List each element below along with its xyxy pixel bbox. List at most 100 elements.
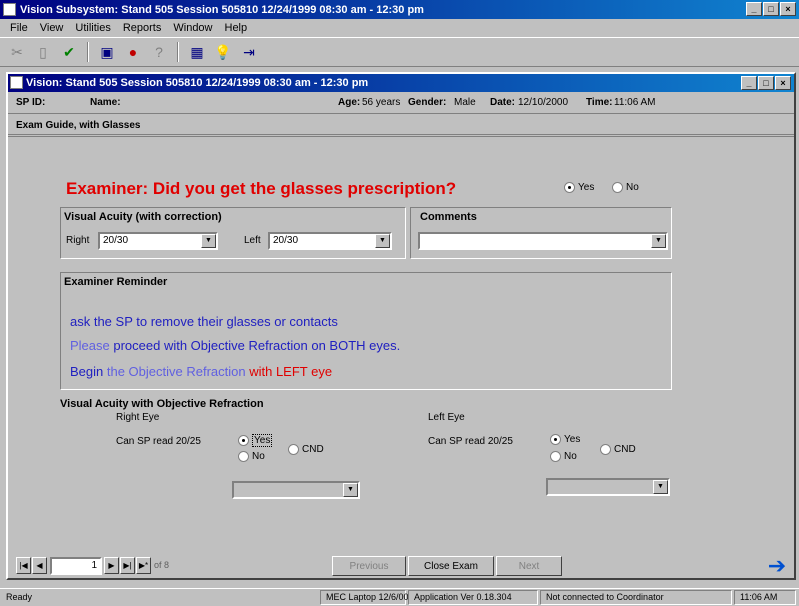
radio-empty-icon	[288, 444, 299, 455]
next-arrow-icon[interactable]: ➔	[764, 553, 790, 578]
exam-maximize-button[interactable]: □	[758, 76, 774, 90]
comments-select[interactable]: ▼	[418, 232, 668, 250]
objective-refraction-heading: Visual Acuity with Objective Refraction	[60, 398, 264, 410]
comments-label: Comments	[420, 211, 477, 223]
chevron-down-icon[interactable]: ▼	[653, 480, 668, 494]
menu-window[interactable]: Window	[167, 22, 218, 34]
right-eye-refraction-select[interactable]: ▼	[232, 481, 360, 499]
next-button[interactable]: Next	[496, 556, 562, 576]
visual-acuity-heading: Visual Acuity (with correction)	[64, 211, 222, 223]
menu-reports[interactable]: Reports	[117, 22, 168, 34]
left-eye-yes-radio[interactable]: Yes	[550, 434, 580, 445]
help-icon[interactable]: ?	[148, 41, 170, 63]
menu-help[interactable]: Help	[219, 22, 254, 34]
radio-empty-icon	[238, 451, 249, 462]
close-button[interactable]: ×	[780, 2, 796, 16]
time-value: 11:06 AM	[614, 97, 656, 108]
right-eye-label: Right Eye	[116, 412, 160, 423]
chevron-down-icon[interactable]: ▼	[201, 234, 216, 248]
application-window: Vision Subsystem: Stand 505 Session 5058…	[0, 0, 799, 606]
exam-minimize-button[interactable]: _	[741, 76, 757, 90]
right-acuity-select[interactable]: 20/30 ▼	[98, 232, 218, 250]
record-number-input[interactable]: 1	[50, 557, 102, 575]
status-version: Application Ver 0.18.304	[414, 592, 512, 602]
chevron-down-icon[interactable]: ▼	[375, 234, 390, 248]
new-record-icon[interactable]: ▶*	[136, 557, 151, 574]
prescription-yes-radio[interactable]: Yes	[564, 182, 594, 193]
glasses-prescription-question: Examiner: Did you get the glasses prescr…	[66, 179, 457, 198]
radio-selected-icon	[238, 435, 249, 446]
name-label: Name:	[90, 97, 121, 108]
date-label: Date:	[490, 97, 516, 108]
exit-icon[interactable]: ⇥	[238, 41, 260, 63]
last-record-icon[interactable]: ▶|	[120, 557, 135, 574]
radio-empty-icon	[600, 444, 611, 455]
minimize-button[interactable]: _	[746, 2, 762, 16]
menu-file[interactable]: File	[4, 22, 34, 34]
new-icon[interactable]: ▯	[32, 41, 54, 63]
left-eye-question: Can SP read 20/25	[428, 436, 513, 447]
section-heading: Exam Guide, with Glasses	[8, 115, 794, 137]
maximize-button[interactable]: □	[763, 2, 779, 16]
menu-utilities[interactable]: Utilities	[69, 22, 116, 34]
cut-icon[interactable]: ✂	[6, 41, 28, 63]
status-time: 11:06 AM	[740, 592, 778, 602]
reminder-line-both-eyes: Please proceed with Objective Refraction…	[70, 338, 401, 353]
prescription-no-radio[interactable]: No	[612, 182, 639, 193]
close-exam-button[interactable]: Close Exam	[408, 556, 494, 576]
app-title-bar[interactable]: Vision Subsystem: Stand 505 Session 5058…	[0, 0, 799, 19]
right-acuity-label: Right	[66, 235, 90, 246]
record-navigation-bar: |◀ ◀ 1 ▶ ▶| ▶* of 8 Previous Close Exam …	[8, 553, 794, 578]
radio-empty-icon	[550, 451, 561, 462]
exam-window: Vision: Stand 505 Session 505810 12/24/1…	[6, 72, 796, 580]
left-eye-no-radio[interactable]: No	[550, 451, 577, 462]
menu-bar: File View Utilities Reports Window Help	[0, 19, 799, 37]
left-acuity-select[interactable]: 20/30 ▼	[268, 232, 392, 250]
date-value: 12/10/2000	[518, 97, 569, 108]
previous-record-icon[interactable]: ◀	[32, 557, 47, 574]
right-eye-yes-radio[interactable]: Yes	[238, 434, 273, 447]
reminder-heading: Examiner Reminder	[64, 276, 168, 288]
gender-value: Male	[454, 97, 476, 108]
first-record-icon[interactable]: |◀	[16, 557, 31, 574]
sp-info-bar: SP ID: Name: Age: 56 years Gender: Male …	[8, 92, 794, 114]
next-record-icon[interactable]: ▶	[104, 557, 119, 574]
right-eye-question: Can SP read 20/25	[116, 436, 201, 447]
left-acuity-label: Left	[244, 235, 261, 246]
radio-selected-icon	[550, 434, 561, 445]
record-count: of 8	[154, 560, 170, 570]
reminder-line-left-eye: Begin the Objective Refraction with LEFT…	[70, 364, 333, 379]
left-eye-cnd-radio[interactable]: CND	[600, 444, 636, 455]
radio-selected-icon	[564, 182, 575, 193]
status-laptop: MEC Laptop 12/6/00	[326, 592, 409, 602]
toolbar: ✂ ▯ ✔ ▣ ● ? ▦ 💡 ⇥	[0, 37, 799, 67]
hint-icon[interactable]: 💡	[212, 41, 234, 63]
app-title: Vision Subsystem: Stand 505 Session 5058…	[20, 3, 424, 16]
age-label: Age:	[338, 97, 361, 108]
chevron-down-icon[interactable]: ▼	[343, 483, 358, 497]
status-connection: Not connected to Coordinator	[546, 592, 664, 602]
status-bar: Ready MEC Laptop 12/6/00 Application Ver…	[0, 588, 799, 606]
left-eye-label: Left Eye	[428, 412, 465, 423]
exam-close-button[interactable]: ×	[775, 76, 791, 90]
age-value: 56 years	[362, 97, 401, 108]
edit-icon[interactable]: ✔	[58, 41, 80, 63]
exam-window-icon	[10, 76, 23, 89]
status-ready: Ready	[6, 592, 33, 602]
exam-title-bar[interactable]: Vision: Stand 505 Session 505810 12/24/1…	[8, 74, 794, 92]
record-icon[interactable]: ●	[122, 41, 144, 63]
menu-view[interactable]: View	[34, 22, 70, 34]
gender-label: Gender:	[408, 97, 447, 108]
previous-button[interactable]: Previous	[332, 556, 406, 576]
calculator-icon[interactable]: ▦	[186, 41, 208, 63]
time-label: Time:	[586, 97, 613, 108]
right-eye-no-radio[interactable]: No	[238, 451, 265, 462]
save-icon[interactable]: ▣	[96, 41, 118, 63]
app-icon	[3, 3, 16, 16]
radio-empty-icon	[612, 182, 623, 193]
left-eye-refraction-select[interactable]: ▼	[546, 478, 670, 496]
exam-title: Vision: Stand 505 Session 505810 12/24/1…	[26, 77, 369, 89]
right-eye-cnd-radio[interactable]: CND	[288, 444, 324, 455]
chevron-down-icon[interactable]: ▼	[651, 234, 666, 248]
reminder-line-remove-glasses: ask the SP to remove their glasses or co…	[70, 314, 338, 329]
